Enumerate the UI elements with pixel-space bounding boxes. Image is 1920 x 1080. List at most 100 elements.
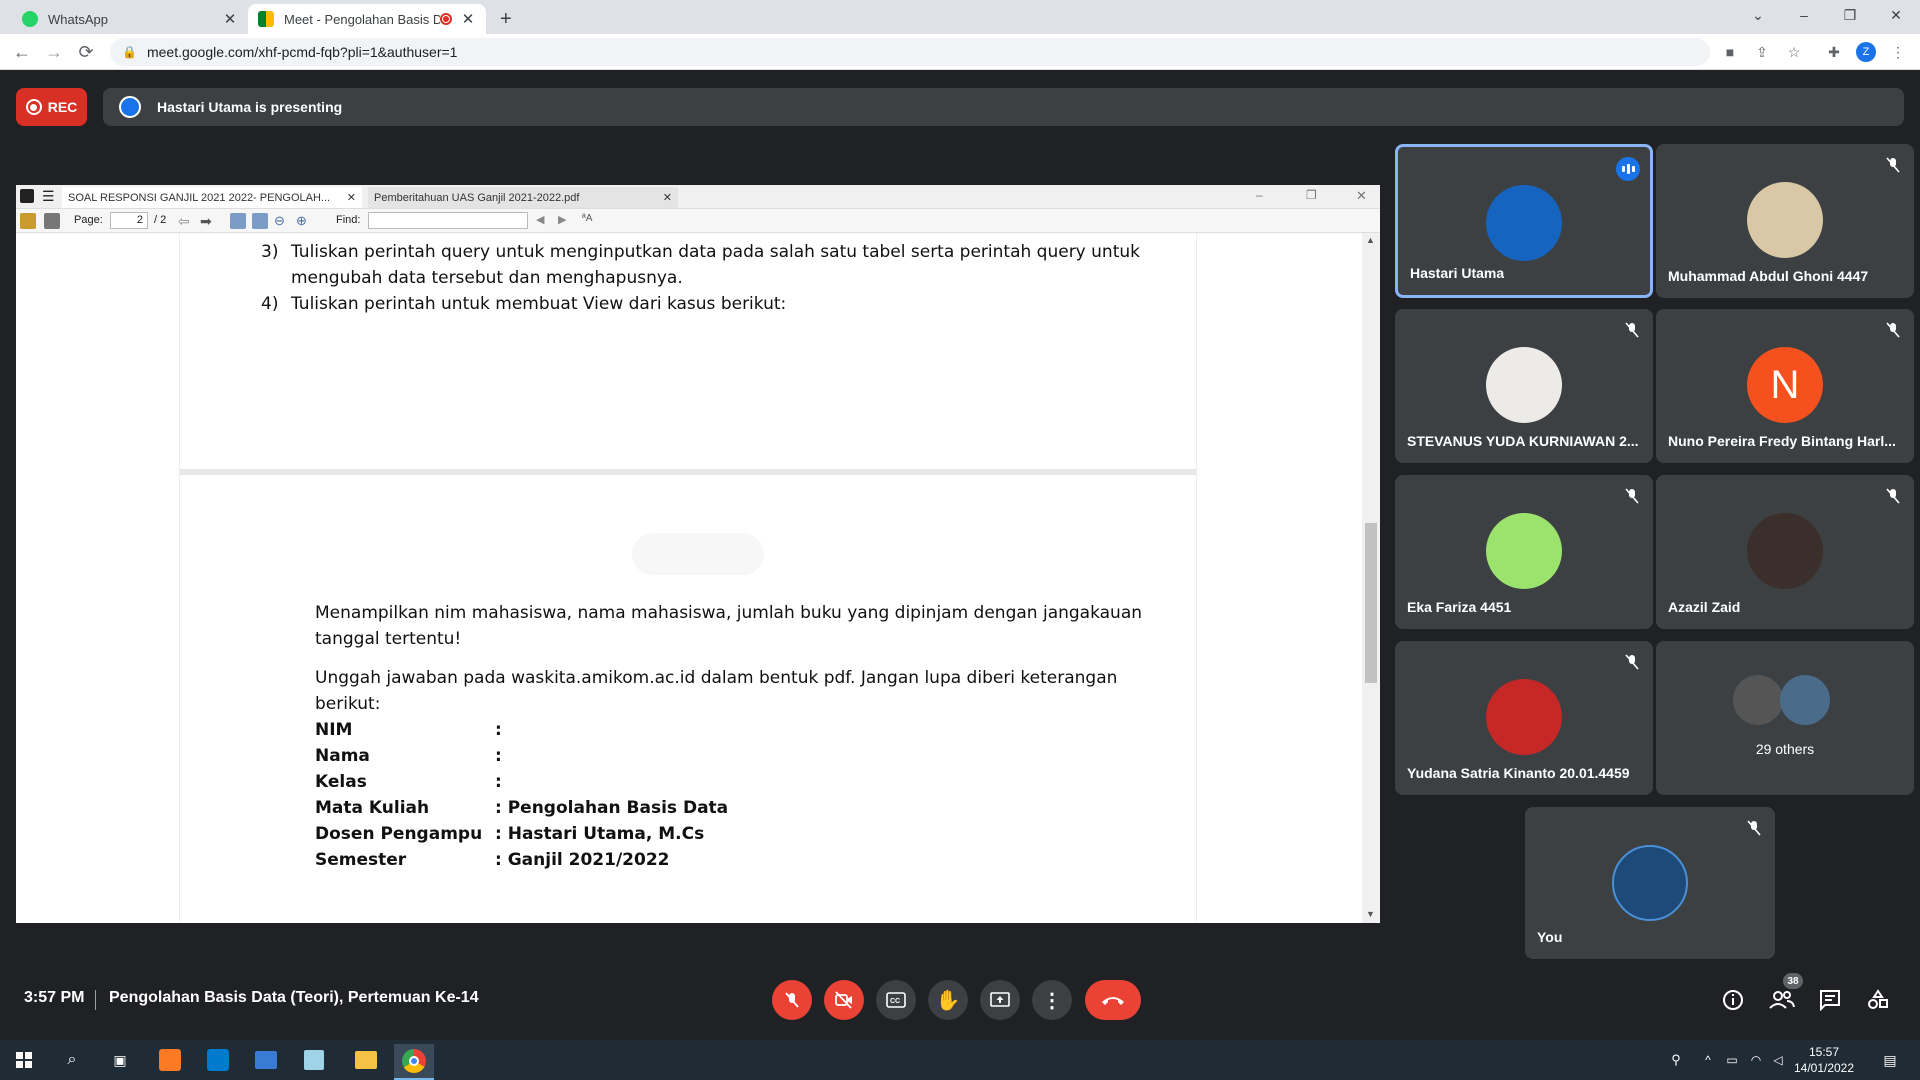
shared-screen: ☰ SOAL RESPONSI GANJIL 2021 2022- PENGOL…	[16, 185, 1380, 923]
xampp-icon[interactable]	[150, 1044, 190, 1076]
pdf-restore-button[interactable]: ❐	[1306, 188, 1317, 202]
open-file-icon[interactable]	[20, 213, 36, 229]
avatar	[1486, 347, 1562, 423]
find-prev-icon[interactable]: ◀	[536, 213, 552, 229]
fit-page-icon[interactable]	[252, 213, 268, 229]
lock-icon: 🔒	[122, 45, 137, 59]
chat-icon	[1820, 990, 1840, 1011]
record-icon	[25, 99, 42, 115]
restore-button[interactable]: ❐	[1828, 0, 1872, 30]
participant-tile-yudana[interactable]: Yudana Satria Kinanto 20.01.4459	[1395, 641, 1653, 795]
file-explorer-icon[interactable]	[346, 1044, 386, 1076]
zoom-in-icon[interactable]: ⊕	[296, 213, 312, 229]
pdf-page-1: 3) Tuliskan perintah query untuk menginp…	[179, 233, 1197, 469]
mic-off-icon	[785, 992, 799, 1008]
pdf-close-button[interactable]: ✕	[1356, 188, 1367, 204]
participant-tile-nuno[interactable]: N Nuno Pereira Fredy Bintang Harl...	[1656, 309, 1914, 463]
participant-tile-others[interactable]: 29 others	[1656, 641, 1914, 795]
participant-tile-you[interactable]: You	[1525, 807, 1775, 959]
find-input[interactable]	[368, 212, 528, 229]
print-icon[interactable]	[44, 213, 60, 229]
chrome-taskbar-icon[interactable]	[394, 1044, 434, 1080]
battery-icon[interactable]: ▭	[1720, 1044, 1744, 1076]
camera-icon[interactable]: ■	[1720, 42, 1740, 62]
meeting-details-button[interactable]	[1715, 982, 1751, 1018]
mic-off-icon	[1625, 322, 1639, 338]
close-icon[interactable]: ✕	[460, 10, 476, 28]
back-icon[interactable]: ←	[8, 38, 36, 66]
speaking-icon	[1616, 157, 1640, 181]
participant-tile-hastari[interactable]: Hastari Utama	[1395, 144, 1653, 298]
camera-off-icon	[835, 991, 852, 1009]
pdf-tab-soal[interactable]: SOAL RESPONSI GANJIL 2021 2022- PENGOLAH…	[62, 187, 362, 208]
captions-icon: CC	[886, 992, 906, 1008]
activities-button[interactable]	[1860, 982, 1896, 1018]
participant-tile-azazil[interactable]: Azazil Zaid	[1656, 475, 1914, 629]
find-next-icon[interactable]: ▶	[558, 213, 574, 229]
captions-button[interactable]: CC	[876, 980, 916, 1020]
mic-toggle-button[interactable]	[772, 980, 812, 1020]
address-bar-row: ← → ⟳ 🔒 meet.google.com/xhf-pcmd-fqb?pli…	[0, 34, 1920, 70]
minimize-button[interactable]: –	[1782, 0, 1826, 30]
hamburger-icon[interactable]: ☰	[42, 189, 58, 205]
more-options-button[interactable]: ⋮	[1032, 980, 1072, 1020]
pdf-viewport[interactable]: 3) Tuliskan perintah query untuk menginp…	[16, 233, 1380, 923]
notepad-icon[interactable]	[294, 1044, 334, 1076]
mic-off-icon	[1625, 488, 1639, 504]
share-icon[interactable]: ⇪	[1752, 42, 1772, 62]
match-case-icon[interactable]: ªA	[582, 213, 598, 229]
search-icon[interactable]: ⌕	[52, 1044, 92, 1076]
zoom-out-icon[interactable]: ⊖	[274, 213, 290, 229]
tab-meet[interactable]: Meet - Pengolahan Basis Da ✕	[248, 4, 486, 34]
scroll-down-icon[interactable]: ▼	[1366, 909, 1375, 919]
menu-icon[interactable]: ⋮	[1888, 42, 1908, 62]
avatar	[1486, 185, 1562, 261]
close-icon[interactable]: ✕	[663, 191, 672, 204]
wifi-icon[interactable]: ◠	[1744, 1044, 1768, 1076]
pdf-minimize-button[interactable]: –	[1256, 188, 1263, 202]
page-number-input[interactable]: 2	[110, 212, 148, 229]
pdf-tab-pemberitahuan[interactable]: Pemberitahuan UAS Ganjil 2021-2022.pdf ✕	[368, 187, 678, 208]
participant-tile-ghoni[interactable]: Muhammad Abdul Ghoni 4447	[1656, 144, 1914, 298]
mic-off-icon	[1747, 820, 1761, 836]
more-vert-icon: ⋮	[1042, 989, 1062, 1012]
present-button[interactable]	[980, 980, 1020, 1020]
close-icon[interactable]: ✕	[347, 191, 356, 204]
new-tab-button[interactable]: +	[494, 4, 524, 34]
raise-hand-button[interactable]: ✋	[928, 980, 968, 1020]
scroll-up-icon[interactable]: ▲	[1366, 235, 1375, 245]
close-icon[interactable]: ✕	[222, 10, 238, 28]
vscode-icon[interactable]	[198, 1044, 238, 1076]
bookmark-star-icon[interactable]: ☆	[1784, 42, 1804, 62]
participant-tile-eka[interactable]: Eka Fariza 4451	[1395, 475, 1653, 629]
tab-whatsapp[interactable]: WhatsApp ✕	[12, 4, 248, 34]
pdf-tab-bar: ☰ SOAL RESPONSI GANJIL 2021 2022- PENGOL…	[16, 185, 1380, 209]
notification-icon[interactable]: ▤	[1870, 1044, 1910, 1076]
close-window-button[interactable]: ✕	[1874, 0, 1918, 30]
fit-width-icon[interactable]	[230, 213, 246, 229]
scrollbar-thumb[interactable]	[1365, 523, 1377, 683]
tab-search-icon[interactable]: ⌄	[1736, 0, 1780, 30]
chat-button[interactable]	[1812, 982, 1848, 1018]
reload-icon[interactable]: ⟳	[72, 38, 100, 66]
leave-call-button[interactable]	[1085, 980, 1141, 1020]
avatar	[1486, 679, 1562, 755]
profile-avatar[interactable]: Z	[1856, 42, 1876, 62]
windows-start-icon[interactable]	[4, 1044, 44, 1076]
prev-page-icon[interactable]: ⇦	[178, 213, 194, 229]
people-tray-icon[interactable]: ⚲	[1656, 1044, 1696, 1076]
url-field[interactable]: 🔒 meet.google.com/xhf-pcmd-fqb?pli=1&aut…	[110, 38, 1710, 66]
task-view-icon[interactable]: ▣	[100, 1044, 140, 1076]
computer-icon[interactable]	[246, 1044, 286, 1076]
clock[interactable]: 15:57 14/01/2022	[1786, 1044, 1862, 1076]
pdf-scrollbar[interactable]: ▲ ▼	[1362, 233, 1380, 923]
volume-icon[interactable]: ◁	[1768, 1044, 1788, 1076]
forward-icon[interactable]: →	[40, 38, 68, 66]
svg-text:CC: CC	[890, 998, 900, 1005]
mic-off-icon	[1886, 488, 1900, 504]
participant-tile-stevanus[interactable]: STEVANUS YUDA KURNIAWAN 2...	[1395, 309, 1653, 463]
tray-expand-icon[interactable]: ^	[1696, 1044, 1720, 1076]
next-page-icon[interactable]: ➡	[200, 213, 216, 229]
camera-toggle-button[interactable]	[824, 980, 864, 1020]
extensions-icon[interactable]: ✚	[1824, 42, 1844, 62]
